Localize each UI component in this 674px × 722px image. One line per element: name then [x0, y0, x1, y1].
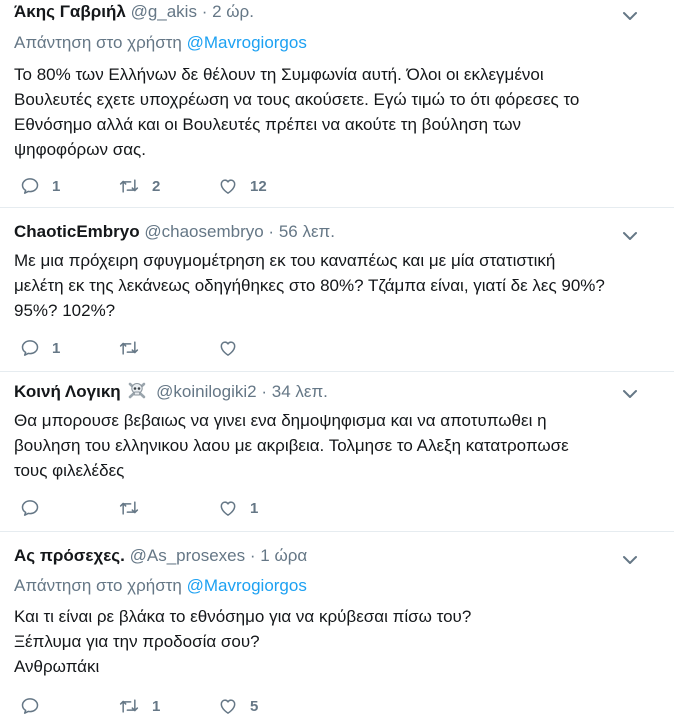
display-name[interactable]: Κοινή Λογικη: [14, 382, 121, 401]
tweet-text-line: Και τι είναι ρε βλάκα το εθνόσημο για να…: [14, 607, 472, 626]
chevron-down-icon[interactable]: [620, 550, 640, 570]
tweet-header: Κοινή Λογικη @koinilogiki2 · 34 λεπ.: [14, 380, 328, 402]
retweet-count: 1: [152, 697, 161, 715]
tweet[interactable]: Άκης Γαβριήλ @g_akis · 2 ώρ. Απάντηση στ…: [0, 0, 674, 208]
heart-icon: [220, 179, 236, 194]
reply-mention-link[interactable]: @Mavrogiorgos: [187, 33, 307, 52]
timestamp[interactable]: 1 ώρα: [260, 546, 307, 565]
tweet[interactable]: Ας πρόσεχες. @As_prosexes · 1 ώρα Απάντη…: [0, 532, 674, 722]
tweet-text-line: Βουλευτές εχετε υποχρέωση να τους ακούσε…: [14, 90, 580, 109]
reply-prefix: Απάντηση στο χρήστη: [14, 576, 182, 595]
tweet-text-line: βουληση του ελληνικου λαου με ακριβεια. …: [14, 436, 569, 455]
tweet[interactable]: ChaoticEmbryo @chaosembryo · 56 λεπ. Με …: [0, 208, 674, 372]
tweet-text-line: ψηφοφόρων σας.: [14, 140, 146, 159]
tweet-text: Το 80% των Ελλήνων δε θέλουν τη Συμφωνία…: [14, 62, 664, 162]
separator-dot: ·: [249, 546, 256, 565]
display-name[interactable]: Άκης Γαβριήλ: [14, 2, 126, 21]
tweet-header: Άκης Γαβριήλ @g_akis · 2 ώρ.: [14, 2, 254, 22]
display-name[interactable]: ChaoticEmbryo: [14, 222, 140, 241]
retweet-button[interactable]: 1: [118, 694, 160, 718]
heart-icon: [220, 501, 236, 516]
timestamp[interactable]: 34 λεπ.: [272, 382, 328, 401]
reply-icon: [21, 178, 39, 194]
like-button[interactable]: [218, 336, 250, 360]
chevron-down-icon[interactable]: [620, 226, 640, 246]
reply-count: 1: [52, 339, 61, 357]
reply-context: Απάντηση στο χρήστη @Mavrogiorgos: [14, 576, 307, 596]
tweet-text-line: Εθνόσημο αλλά και οι Βουλευτές πρέπει να…: [14, 115, 522, 134]
chevron-down-icon[interactable]: [620, 6, 640, 26]
username[interactable]: @As_prosexes: [130, 546, 246, 565]
tweet-header: ChaoticEmbryo @chaosembryo · 56 λεπ.: [14, 222, 335, 242]
tweet-text-line: Ανθρωπάκι: [14, 657, 100, 676]
like-button[interactable]: 1: [218, 496, 258, 520]
reply-icon: [21, 500, 39, 516]
like-count: 12: [250, 177, 267, 195]
like-button[interactable]: 12: [218, 174, 267, 198]
tweet-text: Θα μπορουσε βεβαιως να γινει ενα δημοψηφ…: [14, 408, 664, 483]
reply-icon: [21, 340, 39, 356]
reply-button[interactable]: [20, 496, 52, 520]
retweet-count: 2: [152, 177, 161, 195]
username[interactable]: @chaosembryo: [144, 222, 263, 241]
chevron-down-icon[interactable]: [620, 384, 640, 404]
retweet-icon: [119, 699, 139, 713]
tweet-header: Ας πρόσεχες. @As_prosexes · 1 ώρα: [14, 546, 307, 566]
reply-button[interactable]: [20, 694, 52, 718]
like-count: 5: [250, 697, 259, 715]
skull-crossbones-icon: [129, 382, 146, 399]
separator-dot: ·: [261, 382, 267, 401]
retweet-button[interactable]: [118, 336, 152, 360]
separator-dot: ·: [201, 2, 208, 21]
tweet-text-line: Το 80% των Ελλήνων δε θέλουν τη Συμφωνία…: [14, 65, 544, 84]
tweet[interactable]: Κοινή Λογικη @koinilogiki2 · 34 λεπ. Θα …: [0, 372, 674, 532]
retweet-button[interactable]: [118, 496, 152, 520]
tweet-text: Και τι είναι ρε βλάκα το εθνόσημο για να…: [14, 604, 664, 679]
reply-count: 1: [52, 177, 61, 195]
retweet-icon: [119, 179, 139, 193]
like-count: 1: [250, 499, 259, 517]
reply-button[interactable]: 1: [20, 336, 60, 360]
tweet-text-line: Ξέπλυμα για την προδοσία σου?: [14, 632, 260, 651]
reply-mention-link[interactable]: @Mavrogiorgos: [187, 576, 307, 595]
timestamp[interactable]: 2 ώρ.: [212, 2, 254, 21]
reply-context: Απάντηση στο χρήστη @Mavrogiorgos: [14, 33, 307, 53]
username[interactable]: @g_akis: [131, 2, 197, 21]
reply-icon: [21, 698, 39, 714]
tweet-text: Με μια πρόχειρη σφυγμομέτρηση εκ του καν…: [14, 248, 664, 323]
tweet-text-line: Θα μπορουσε βεβαιως να γινει ενα δημοψηφ…: [14, 411, 547, 430]
separator-dot: ·: [268, 222, 275, 241]
tweet-text-line: Με μια πρόχειρη σφυγμομέτρηση εκ του καν…: [14, 251, 556, 270]
like-button[interactable]: 5: [218, 694, 258, 718]
heart-icon: [220, 341, 236, 356]
reply-prefix: Απάντηση στο χρήστη: [14, 33, 182, 52]
timestamp[interactable]: 56 λεπ.: [279, 222, 335, 241]
tweet-text-line: 95%? 102%?: [14, 301, 116, 320]
reply-button[interactable]: 1: [20, 174, 60, 198]
tweet-text-line: μελέτη εκ της λεκάνεως οδηγήθηκες στο 80…: [14, 276, 605, 295]
username[interactable]: @koinilogiki2: [156, 382, 256, 401]
retweet-button[interactable]: 2: [118, 174, 160, 198]
retweet-icon: [119, 341, 139, 355]
heart-icon: [220, 699, 236, 714]
display-name[interactable]: Ας πρόσεχες.: [14, 546, 125, 565]
retweet-icon: [119, 501, 139, 515]
tweet-text-line: τους φιλελέδες: [14, 461, 125, 480]
